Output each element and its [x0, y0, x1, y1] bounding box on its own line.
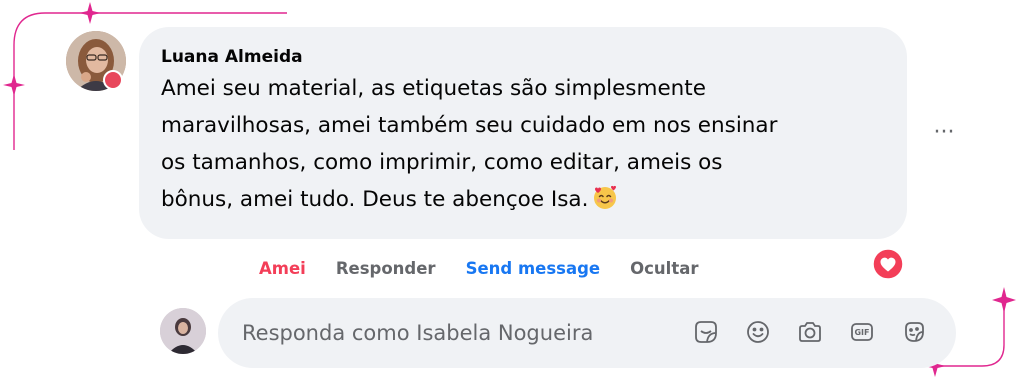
heart-reaction-icon[interactable] — [872, 248, 904, 280]
comment-line: Amei seu material, as etiquetas são simp… — [161, 76, 706, 101]
emoji-button[interactable] — [740, 314, 776, 350]
camera-icon — [799, 322, 821, 342]
avatar-sticker-button[interactable] — [896, 314, 932, 350]
current-user-avatar[interactable] — [160, 308, 206, 354]
gif-button[interactable]: GIF — [844, 314, 880, 350]
more-options-button[interactable]: ··· — [929, 118, 959, 148]
comment-bubble: Luana Almeida Amei seu material, as etiq… — [139, 27, 907, 239]
sticker-icon — [695, 321, 717, 343]
send-message-button[interactable]: Send message — [466, 259, 601, 278]
comment-author[interactable]: Luana Almeida — [161, 46, 885, 68]
avatar-sticker-icon — [905, 322, 924, 342]
sparkle-icon — [79, 2, 101, 24]
sparkle-icon — [3, 74, 25, 96]
reply-composer: GIF — [218, 298, 956, 368]
comment-line-last: bônus, amei tudo. Deus te abençoe Isa. — [161, 181, 885, 218]
smiling-face-with-hearts-icon — [594, 185, 617, 209]
reply-button[interactable]: Responder — [336, 259, 436, 278]
comment-actions: Amei Responder Send message Ocultar — [259, 255, 728, 281]
like-button[interactable]: Amei — [259, 259, 306, 278]
comment-line: os tamanhos, como imprimir, como editar,… — [161, 150, 723, 175]
svg-text:GIF: GIF — [854, 328, 869, 337]
emoji-icon — [747, 321, 769, 343]
comment-line-text: bônus, amei tudo. Deus te abençoe Isa. — [161, 187, 589, 212]
avatar-badge — [103, 70, 123, 90]
comment-text: Amei seu material, as etiquetas são simp… — [161, 70, 885, 218]
sticker-button[interactable] — [688, 314, 724, 350]
gif-icon: GIF — [851, 323, 873, 341]
reply-input[interactable] — [242, 298, 672, 368]
camera-button[interactable] — [792, 314, 828, 350]
comment-line: maravilhosas, amei também seu cuidado em… — [161, 113, 778, 138]
sparkle-icon — [992, 287, 1016, 313]
hide-button[interactable]: Ocultar — [630, 259, 698, 278]
reply-tools: GIF — [688, 314, 948, 350]
